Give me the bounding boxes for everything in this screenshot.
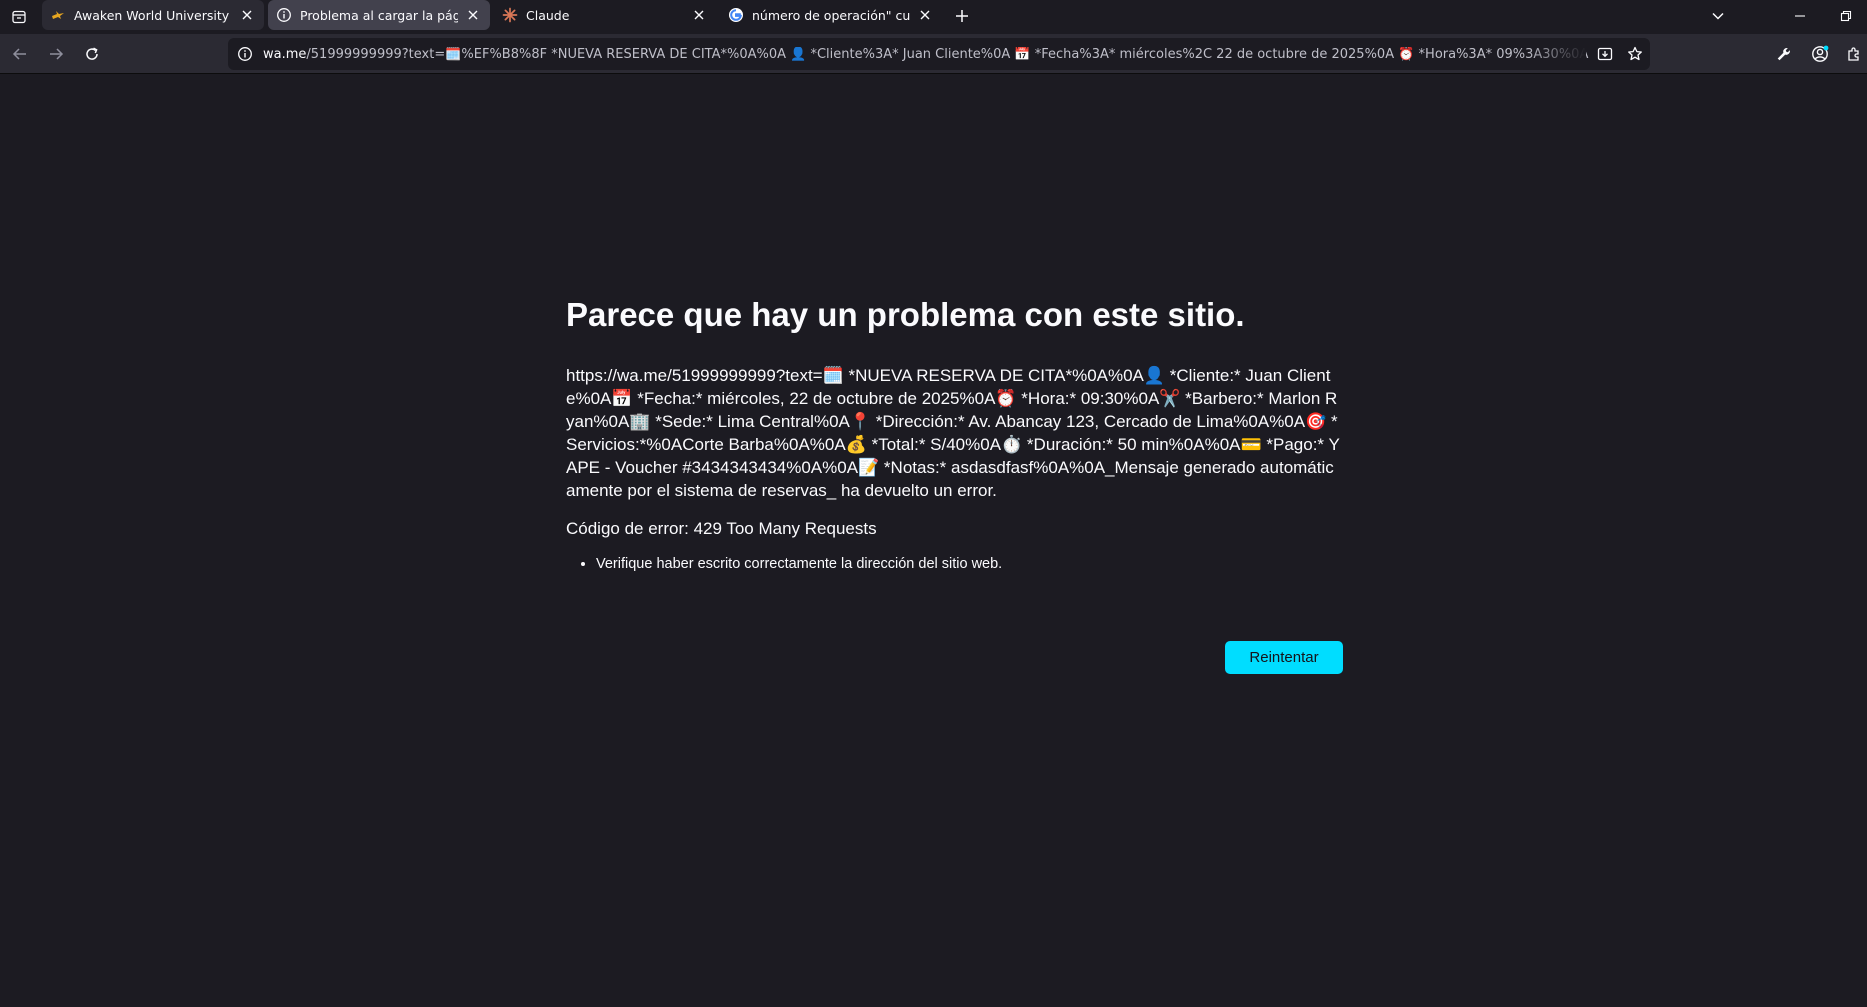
save-to-pocket-button[interactable] [1590,39,1620,69]
restore-window-button[interactable] [1834,4,1858,28]
tab-label: Problema al cargar la página [300,7,458,23]
close-tab-icon[interactable] [690,6,708,24]
minimize-window-button[interactable] [1788,4,1812,28]
info-icon [238,47,252,61]
tab-strip: Awaken World University | Sist Problema … [0,0,1867,34]
tab-label: Claude [526,7,570,23]
puzzle-icon [1848,47,1859,61]
error-description: https://wa.me/51999999999?text=🗓️ *NUEVA… [566,366,1340,500]
retry-button[interactable]: Reintentar [1225,641,1343,674]
close-tab-icon[interactable] [916,6,934,24]
error-code: Código de error: 429 Too Many Requests [566,519,877,538]
bookmark-button[interactable] [1620,39,1650,69]
error-page: Parece que hay un problema con este siti… [566,294,1342,574]
wrench-icon [1777,48,1790,61]
suggestion-list: Verifique haber escrito correctamente la… [566,554,1342,574]
list-all-tabs-button[interactable] [1706,4,1730,28]
url-host: wa.me [263,46,307,62]
arrow-right-icon [50,48,64,60]
error-title: Parece que hay un problema con este siti… [566,296,1245,333]
tab-label: número de operación" cuantos [752,7,910,23]
tab-google-search[interactable]: número de operación" cuantos [720,0,942,30]
reload-button[interactable] [78,40,106,68]
address-bar[interactable]: wa.me/51999999999?text=🗓️%EF%B8%8F *NUEV… [228,38,1650,70]
minimize-icon [1795,15,1805,17]
google-logo-icon [728,7,744,23]
download-tray-icon [1597,47,1613,61]
plus-icon [956,10,968,22]
site-info-button[interactable] [230,38,260,70]
url-path: /51999999999?text=🗓️%EF%B8%8F *NUEVA RES… [306,46,1590,62]
url-text[interactable]: wa.me/51999999999?text=🗓️%EF%B8%8F *NUEV… [260,47,1590,62]
suggestion-item: Verifique haber escrito correctamente la… [596,554,1342,574]
claude-logo-icon [502,7,518,23]
info-icon [276,7,292,23]
navigation-toolbar: wa.me/51999999999?text=🗓️%EF%B8%8F *NUEV… [0,34,1867,74]
tab-problema-al-cargar[interactable]: Problema al cargar la página [268,0,490,30]
developer-tools-button[interactable] [1770,40,1798,68]
tab-awaken-world-university[interactable]: Awaken World University | Sist [42,0,264,30]
close-tab-icon[interactable] [238,6,256,24]
reload-icon [86,47,98,60]
restore-icon [1840,10,1852,22]
forward-button[interactable] [42,40,70,68]
firefox-view-button[interactable] [6,4,32,30]
tab-label: Awaken World University | Sist [74,7,232,23]
star-icon [1628,46,1642,61]
extensions-button[interactable] [1840,40,1867,68]
firefox-view-icon [12,10,26,24]
arrow-left-icon [12,48,26,60]
awaken-logo-icon [50,7,66,23]
close-tab-icon[interactable] [464,6,482,24]
account-icon [1812,45,1829,62]
back-button[interactable] [6,40,34,68]
new-tab-button[interactable] [950,4,974,28]
tab-claude[interactable]: Claude [494,0,716,30]
account-button[interactable] [1806,40,1834,68]
chevron-down-icon [1712,12,1724,20]
